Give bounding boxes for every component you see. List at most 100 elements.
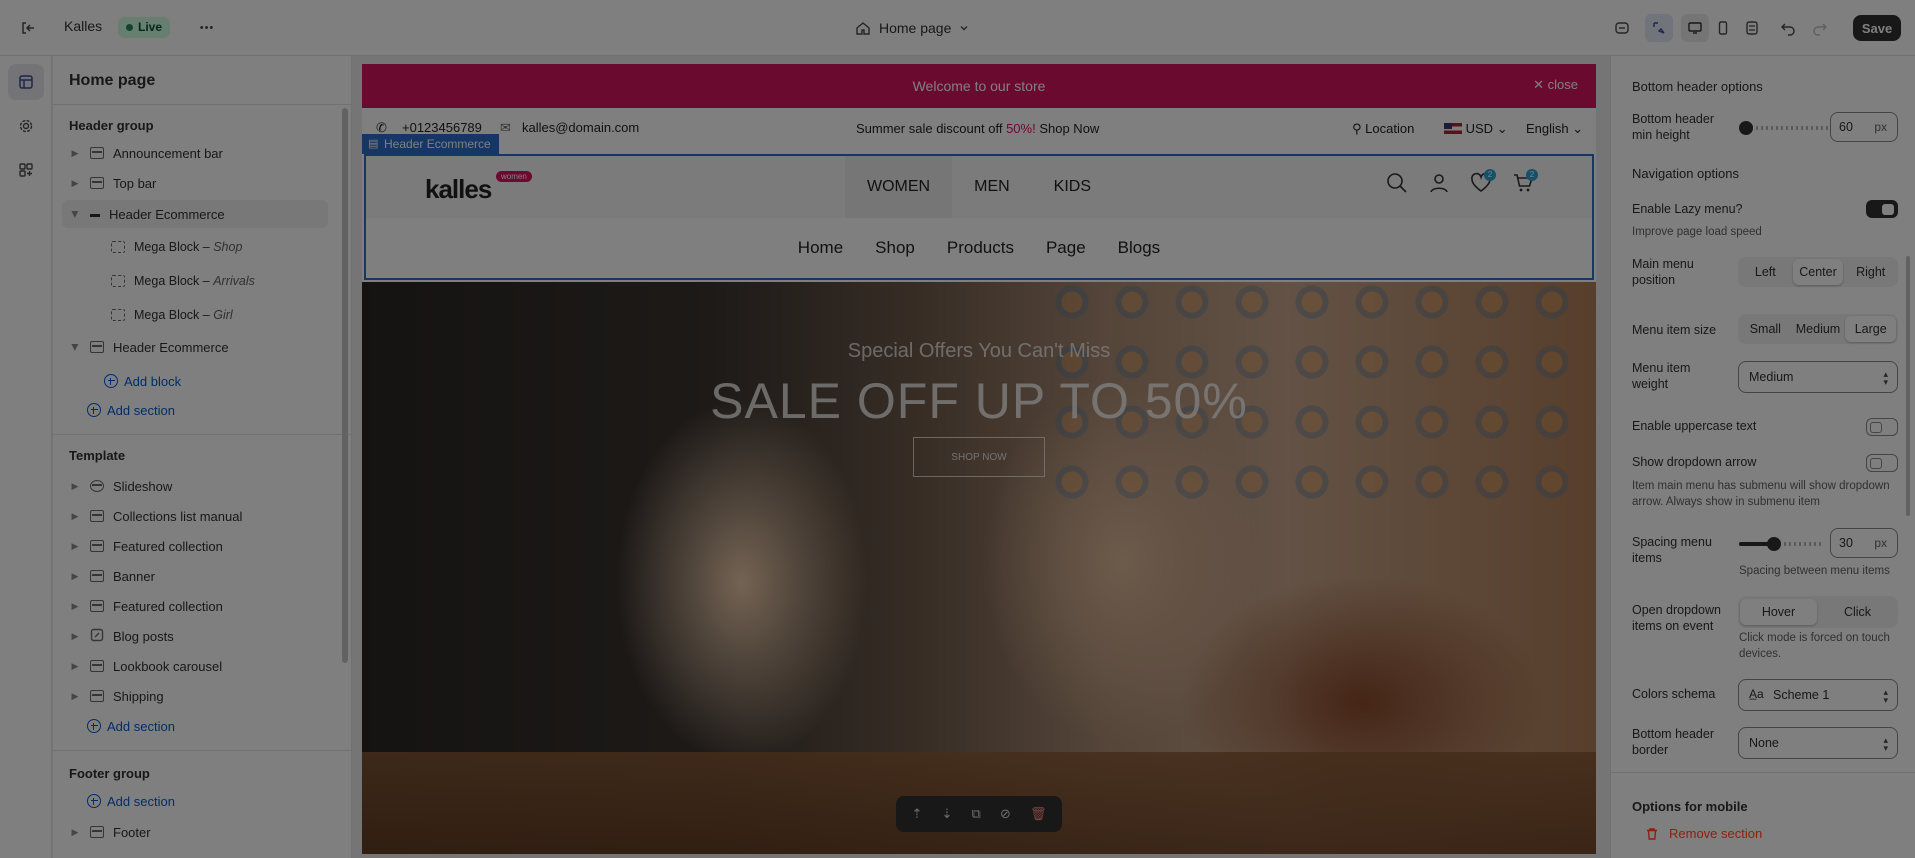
hero-shop-now-button[interactable]: SHOP NOW: [913, 437, 1045, 477]
add-section-button[interactable]: Add section: [87, 714, 175, 738]
tree-item-label: Blog posts: [113, 628, 174, 644]
shop-now-link[interactable]: Shop Now: [1039, 121, 1099, 136]
menu-size-medium[interactable]: Medium: [1793, 316, 1844, 342]
plus-circle-icon: [87, 794, 101, 808]
move-down-icon[interactable]: ⇣: [942, 806, 953, 822]
colors-schema-select[interactable]: A̲a Scheme 1 ▴ ▾: [1738, 679, 1898, 711]
bottom-header-border-select[interactable]: None ▴ ▾: [1738, 727, 1898, 759]
menu-size-small[interactable]: Small: [1740, 316, 1791, 342]
left-scrollbar[interactable]: [342, 108, 348, 663]
chevron-right-icon[interactable]: ▶: [68, 148, 82, 159]
tree-item-shipping[interactable]: ▶ Shipping: [62, 683, 327, 709]
block-label: Mega Block – Arrivals: [134, 274, 255, 288]
chevron-down-icon[interactable]: ▶: [70, 207, 81, 221]
block-icon: [111, 309, 125, 321]
options-mobile-heading[interactable]: Options for mobile: [1632, 799, 1748, 814]
section-icon: [90, 147, 104, 159]
page-selector[interactable]: Home page: [855, 16, 969, 40]
uppercase-toggle[interactable]: [1866, 418, 1898, 436]
tree-item-footer[interactable]: ▶ Footer: [62, 819, 327, 845]
chevron-right-icon[interactable]: ▶: [68, 691, 82, 702]
spacing-slider-handle[interactable]: [1766, 537, 1781, 551]
email-link[interactable]: kalles@domain.com: [522, 120, 639, 135]
tree-item-label: Collections list manual: [113, 508, 243, 524]
add-section-button[interactable]: Add section: [87, 789, 175, 813]
apps-icon[interactable]: [8, 152, 44, 188]
theme-store-icon[interactable]: [1610, 16, 1634, 40]
chevron-right-icon[interactable]: ▶: [68, 631, 82, 642]
block-mega-arrivals[interactable]: Mega Block – Arrivals: [103, 268, 323, 294]
section-icon: [90, 510, 104, 522]
exit-icon[interactable]: [16, 16, 40, 40]
open-on-click[interactable]: Click: [1819, 599, 1896, 625]
selected-section-label[interactable]: ▤ Header Ecommerce: [362, 134, 499, 154]
announcement-close[interactable]: ✕ close: [1533, 77, 1578, 93]
min-height-slider[interactable]: [1746, 126, 1831, 130]
menu-item-weight-label: Menu item weight: [1632, 361, 1691, 391]
open-dropdown-segmented: Hover Click: [1738, 596, 1898, 628]
chevron-right-icon[interactable]: ▶: [68, 481, 82, 492]
chevron-right-icon[interactable]: ▶: [68, 661, 82, 672]
open-on-hover[interactable]: Hover: [1740, 599, 1817, 625]
add-block-button[interactable]: Add block: [104, 369, 181, 393]
template-label: Template: [69, 448, 126, 463]
uppercase-label: Enable uppercase text: [1632, 419, 1757, 433]
chevron-right-icon[interactable]: ▶: [68, 541, 82, 552]
delete-icon[interactable]: 🗑: [1030, 806, 1047, 822]
move-up-icon[interactable]: ⇡: [912, 806, 923, 822]
tree-item-header-ecommerce-2[interactable]: ▶ Header Ecommerce: [62, 334, 327, 360]
settings-gear-icon[interactable]: [8, 108, 44, 144]
dropdown-arrow-toggle[interactable]: [1866, 454, 1898, 472]
tree-item-featured-collection-2[interactable]: ▶ Featured collection: [62, 593, 327, 619]
tree-item-blog-posts[interactable]: ▶ Blog posts: [62, 623, 327, 649]
chevron-right-icon[interactable]: ▶: [68, 178, 82, 189]
duplicate-icon[interactable]: ⧉: [972, 806, 981, 822]
location-selector[interactable]: ⚲ Location: [1352, 121, 1414, 137]
panel-title: Home page: [69, 72, 156, 89]
block-mega-girl[interactable]: Mega Block – Girl: [103, 302, 323, 328]
chevron-right-icon[interactable]: ▶: [68, 571, 82, 582]
desktop-view-icon[interactable]: [1681, 14, 1709, 42]
min-height-slider-handle[interactable]: [1739, 121, 1753, 135]
tree-item-slideshow[interactable]: ▶ Slideshow: [62, 473, 327, 499]
min-height-unit: px: [1874, 120, 1887, 134]
chevron-right-icon[interactable]: ▶: [68, 601, 82, 612]
save-button[interactable]: Save: [1853, 15, 1901, 41]
redo-icon[interactable]: [1808, 16, 1832, 40]
menu-position-right[interactable]: Right: [1845, 259, 1896, 285]
menu-position-center[interactable]: Center: [1792, 259, 1844, 285]
slideshow-icon: [90, 480, 104, 492]
hide-icon[interactable]: ⊘: [1000, 806, 1011, 822]
menu-item-weight-select[interactable]: Medium ▴ ▾: [1738, 361, 1898, 393]
menu-size-large[interactable]: Large: [1845, 316, 1897, 342]
chevron-right-icon[interactable]: ▶: [68, 827, 82, 838]
lazy-menu-toggle[interactable]: [1866, 200, 1898, 218]
chevron-right-icon[interactable]: ▶: [68, 511, 82, 522]
spacing-input[interactable]: 30 px: [1830, 528, 1898, 558]
tree-item-featured-collection[interactable]: ▶ Featured collection: [62, 533, 327, 559]
tree-item-header-ecommerce[interactable]: ▶ ▬ Header Ecommerce: [62, 200, 328, 228]
min-height-input[interactable]: 60 px: [1830, 112, 1898, 142]
language-selector[interactable]: English ⌄: [1526, 121, 1583, 137]
chevron-down-icon[interactable]: ▶: [70, 340, 81, 354]
tree-item-announcement-bar[interactable]: ▶ Announcement bar: [62, 140, 327, 166]
remove-section-button[interactable]: Remove section: [1645, 826, 1762, 841]
tree-item-collections-list[interactable]: ▶ Collections list manual: [62, 503, 327, 529]
menu-position-left[interactable]: Left: [1740, 259, 1791, 285]
currency-selector[interactable]: USD ⌄: [1444, 121, 1508, 137]
tree-item-banner[interactable]: ▶ Banner: [62, 563, 327, 589]
tree-item-lookbook[interactable]: ▶ Lookbook carousel: [62, 653, 327, 679]
location-pin-icon: ⚲: [1352, 121, 1362, 136]
store-name: Kalles: [64, 18, 103, 34]
sections-icon[interactable]: [8, 64, 44, 100]
phone-text[interactable]: +0123456789: [402, 120, 482, 135]
inspector-icon[interactable]: [1645, 14, 1673, 42]
add-section-button[interactable]: Add section: [87, 398, 175, 422]
fullscreen-view-icon[interactable]: [1740, 16, 1764, 40]
block-mega-shop[interactable]: Mega Block – Shop: [103, 234, 323, 260]
undo-icon[interactable]: [1776, 16, 1800, 40]
more-actions-button[interactable]: •••: [195, 16, 219, 40]
tree-item-top-bar[interactable]: ▶ Top bar: [62, 170, 327, 196]
right-scrollbar[interactable]: [1906, 256, 1910, 516]
mobile-view-icon[interactable]: [1711, 16, 1735, 40]
